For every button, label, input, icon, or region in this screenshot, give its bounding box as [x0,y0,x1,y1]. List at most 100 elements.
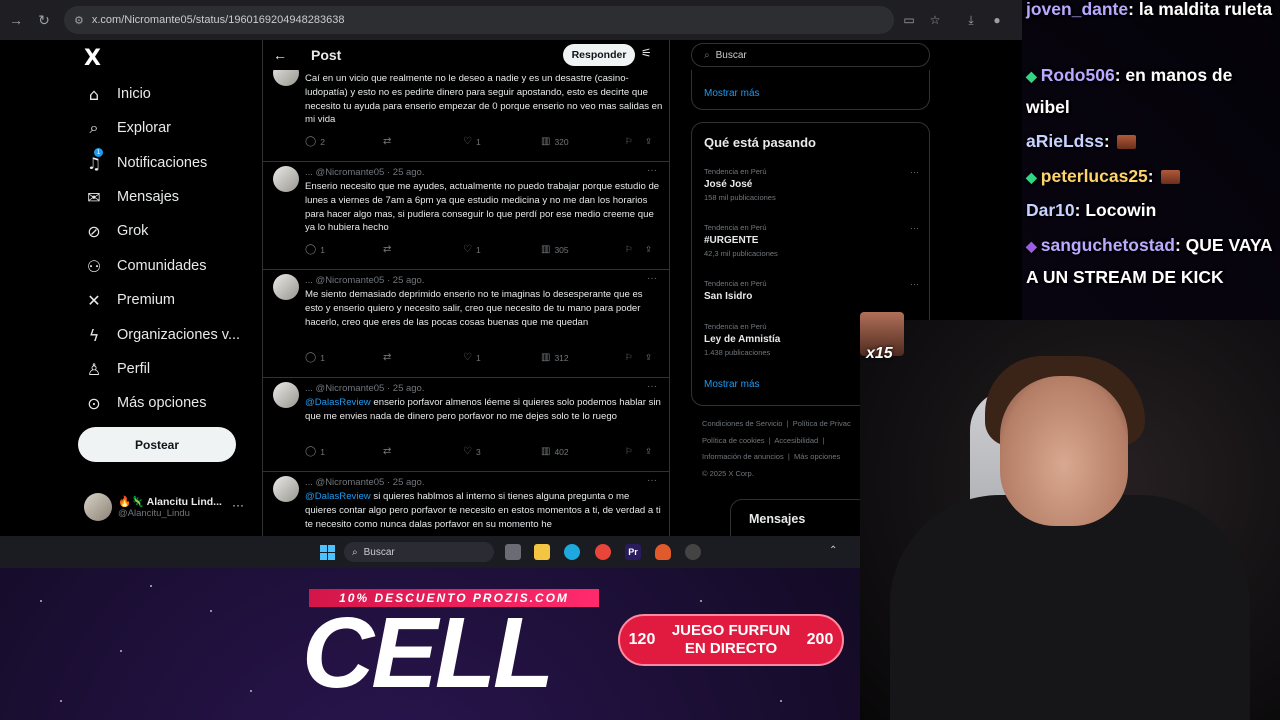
site-info-icon[interactable]: ⚙ [74,14,84,27]
download-icon[interactable]: ⤓ [960,9,982,31]
footer-link[interactable]: Condiciones de Servicio [702,419,782,428]
sidebar-item-premium[interactable]: ✕ Premium [84,287,175,313]
ellipsis-icon[interactable]: ··· [232,498,244,512]
footer-link[interactable]: Política de cookies [702,436,765,445]
chevron-up-icon[interactable]: ⌃ [829,545,837,556]
account-switcher[interactable]: 🔥🦎 Alancitu Lind... @Alancitu_Lindu ··· [84,490,254,524]
ellipsis-icon[interactable]: ··· [647,381,657,392]
bookmark-icon[interactable]: ⚐ [625,446,645,457]
url-field[interactable]: ⚙ x.com/Nicromante05/status/196016920494… [64,6,894,34]
like-count: 1 [475,244,481,255]
sidebar-item-label: Perfil [117,361,151,377]
share-icon[interactable]: ⇪ [645,244,652,255]
tweet[interactable]: Caí en un vicio que realmente no le dese… [263,60,669,162]
repost-action[interactable]: ⇄ [383,136,463,147]
sidebar-item-explorar[interactable]: ⌕ Explorar [84,115,171,141]
bookmark-icon[interactable]: ⚐ [625,352,645,363]
share-icon[interactable]: ⇪ [645,446,652,457]
sidebar-item-comunidades[interactable]: ⚇ Comunidades [84,253,207,279]
ellipsis-icon[interactable]: ··· [647,273,657,284]
task-view-icon[interactable] [505,544,521,560]
repost-action[interactable]: ⇄ [383,352,463,363]
trend-item[interactable]: Tendencia en Perú San Isidro ··· [704,279,919,302]
windows-start-icon[interactable] [320,545,335,560]
share-icon[interactable]: ⇪ [645,136,652,147]
ellipsis-icon[interactable]: ··· [647,165,657,176]
back-arrow-icon[interactable]: ← [265,47,295,63]
chat-text: : [1147,166,1154,186]
trend-count: 42,3 mil publicaciones [704,249,778,258]
sidebar-item-mensajes[interactable]: ✉ Mensajes [84,184,179,210]
forward-icon[interactable]: → [4,8,28,32]
reply-action[interactable]: ◯ 1 [305,352,383,363]
reply-action[interactable]: ◯ 1 [305,244,383,255]
sidebar-item-grok[interactable]: ⊘ Grok [84,218,148,244]
trend-item[interactable]: Tendencia en Perú José José 158 mil publ… [704,167,919,202]
ellipsis-icon[interactable]: ··· [647,475,657,486]
microphone-icon[interactable] [655,544,671,560]
trend-item[interactable]: Tendencia en Perú #URGENTE 42,3 mil publ… [704,223,919,258]
sidebar-item-label: Más opciones [117,395,207,411]
like-action[interactable]: ♡ 3 [463,446,541,457]
post-button[interactable]: Postear [78,427,236,462]
edge-icon[interactable] [564,544,580,560]
sidebar-item-perfil[interactable]: ♙ Perfil [84,356,150,382]
reload-icon[interactable]: ↻ [32,8,56,32]
sidebar-item-notificaciones[interactable]: ♫ 1 Notificaciones [84,147,207,176]
like-action[interactable]: ♡ 1 [463,244,541,255]
x-logo[interactable]: X [84,46,101,71]
tweet[interactable]: ... @Nicromante05 · 25 ago. ··· @DalasRe… [263,472,669,540]
view-count: 402 [554,446,569,457]
ellipsis-icon[interactable]: ··· [910,279,919,289]
reply-count: 1 [320,446,325,457]
sidebar-item-label: Premium [117,292,176,308]
views-action[interactable]: ▥ 402 [541,446,625,457]
bookmark-star-icon[interactable]: ☆ [924,9,946,31]
sliders-icon[interactable]: ⚟ [641,46,652,60]
search-input[interactable]: ⌕ Buscar [691,43,930,67]
tweet[interactable]: ... @Nicromante05 · 25 ago. ··· @DalasRe… [263,378,669,472]
chat-message: ◆ sanguchetostad: QUE VAYA A UN STREAM DE… [1026,230,1276,293]
tweet[interactable]: ... @Nicromante05 · 25 ago. ··· Me sient… [263,270,669,378]
mention-link[interactable]: @DalasReview [305,397,371,408]
sidebar-item-inicio[interactable]: ⌂ Inicio [84,81,151,107]
like-action[interactable]: ♡ 1 [463,352,541,363]
sidebar-item-organizaciones[interactable]: ϟ Organizaciones v... [84,322,240,348]
mention-link[interactable]: @DalasReview [305,491,371,502]
premiere-icon[interactable]: Pr [625,544,641,560]
obs-icon[interactable] [685,544,701,560]
sidebar-item-mas-opciones[interactable]: ⊙ Más opciones [84,390,206,416]
ellipsis-icon[interactable]: ··· [910,167,919,177]
profile-icon[interactable]: ● [986,9,1008,31]
footer-link[interactable]: Información de anuncios [702,452,784,461]
footer-link[interactable]: Más opciones [794,452,840,461]
cast-icon[interactable]: ▭ [898,9,920,31]
show-more-link[interactable]: Mostrar más [704,379,760,390]
views-action[interactable]: ▥ 320 [541,136,625,147]
messages-drawer[interactable]: Mensajes [730,499,870,540]
repost-action[interactable]: ⇄ [383,446,463,457]
footer-link[interactable]: Accesibilidad [774,436,818,445]
reply-button[interactable]: Responder [563,44,635,66]
bookmark-icon[interactable]: ⚐ [625,244,645,255]
bookmark-icon[interactable]: ⚐ [625,136,645,147]
chrome-icon[interactable] [595,544,611,560]
file-explorer-icon[interactable] [534,544,550,560]
reply-action[interactable]: ◯ 1 [305,446,383,457]
star [250,690,252,692]
reply-action[interactable]: ◯ 2 [305,136,383,147]
show-more-link[interactable]: Mostrar más [704,88,760,99]
footer-link[interactable]: Política de Privac [793,419,851,428]
repost-action[interactable]: ⇄ [383,244,463,255]
views-action[interactable]: ▥ 312 [541,352,625,363]
trend-name: San Isidro [704,291,753,302]
share-icon[interactable]: ⇪ [645,352,652,363]
emote-icon [1160,170,1180,185]
taskbar-search[interactable]: ⌕ Buscar [344,542,494,562]
communities-icon: ⚇ [86,256,102,276]
views-action[interactable]: ▥ 305 [541,244,625,255]
ellipsis-icon[interactable]: ··· [910,223,919,233]
trend-category: Tendencia en Perú [704,279,767,288]
tweet[interactable]: ... @Nicromante05 · 25 ago. ··· Enserio … [263,162,669,270]
like-action[interactable]: ♡ 1 [463,136,541,147]
